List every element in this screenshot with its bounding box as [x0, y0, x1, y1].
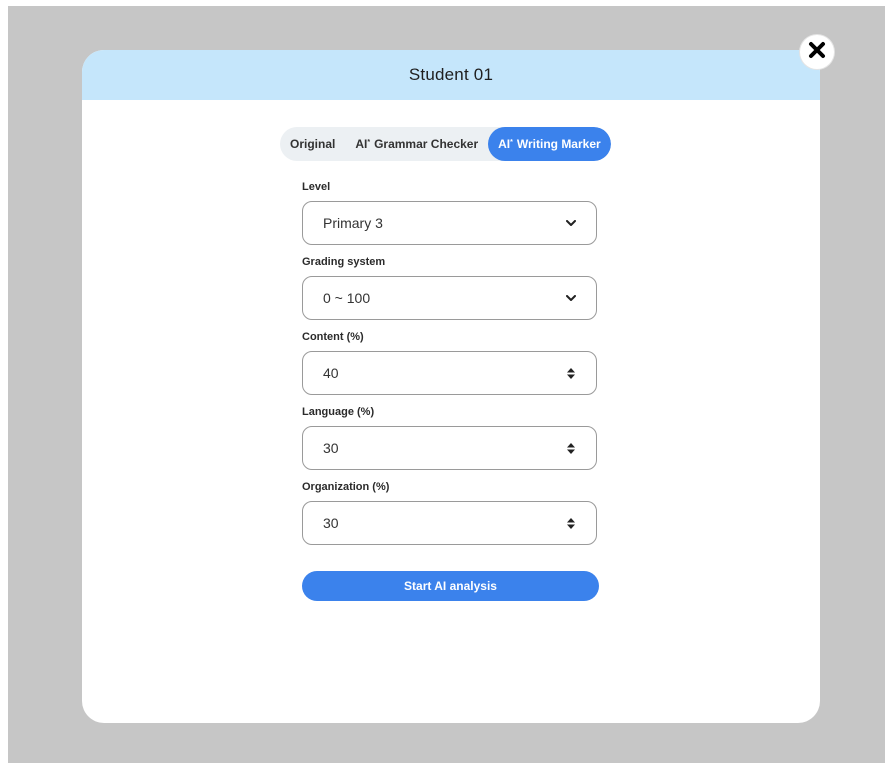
ai-sup-mark: * — [367, 138, 371, 146]
close-icon — [808, 41, 826, 64]
modal-title: Student 01 — [408, 65, 494, 84]
chevron-down-icon — [564, 291, 578, 305]
level-value: Primary 3 — [323, 215, 383, 231]
stepper-icon[interactable] — [564, 516, 578, 530]
tab-ai-prefix: AI — [498, 137, 511, 151]
marker-settings-form: Level Primary 3 Grading system 0 ~ 100 C… — [302, 181, 599, 556]
student-modal: Student 01 Original AI * Grammar Checker … — [82, 50, 820, 723]
tab-ai-prefix: AI — [355, 137, 368, 151]
level-select[interactable]: Primary 3 — [302, 201, 597, 245]
analysis-tabs: Original AI * Grammar Checker AI * Writing… — [280, 127, 611, 161]
content-label: Content (%) — [302, 331, 364, 343]
ai-sup-mark: * — [510, 138, 513, 146]
grading-system-label: Grading system — [302, 256, 386, 268]
tab-original[interactable]: Original — [280, 127, 345, 161]
language-label: Language (%) — [302, 406, 375, 418]
language-stepper[interactable]: 30 — [302, 426, 597, 470]
language-value: 30 — [323, 440, 339, 456]
chevron-down-icon — [564, 216, 578, 230]
stepper-icon[interactable] — [564, 366, 578, 380]
grading-system-value: 0 ~ 100 — [323, 290, 371, 306]
organization-value: 30 — [323, 515, 339, 531]
tab-original-label: Original — [290, 137, 336, 151]
content-value: 40 — [323, 365, 339, 381]
stepper-icon[interactable] — [564, 441, 578, 455]
content-stepper[interactable]: 40 — [302, 351, 597, 395]
grading-system-select[interactable]: 0 ~ 100 — [302, 276, 597, 320]
tab-ai-grammar-checker[interactable]: AI * Grammar Checker — [345, 127, 488, 161]
organization-label: Organization (%) — [302, 481, 390, 493]
level-label: Level — [302, 181, 331, 193]
tab-writing-marker-label: Writing Marker — [516, 137, 601, 151]
tab-ai-writing-marker[interactable]: AI * Writing Marker — [488, 127, 611, 161]
start-ai-analysis-button[interactable]: Start AI analysis — [302, 571, 599, 601]
organization-stepper[interactable]: 30 — [302, 501, 597, 545]
close-button[interactable] — [800, 35, 834, 69]
modal-header: Student 01 — [82, 50, 820, 100]
tab-grammar-checker-label: Grammar Checker — [374, 137, 479, 151]
